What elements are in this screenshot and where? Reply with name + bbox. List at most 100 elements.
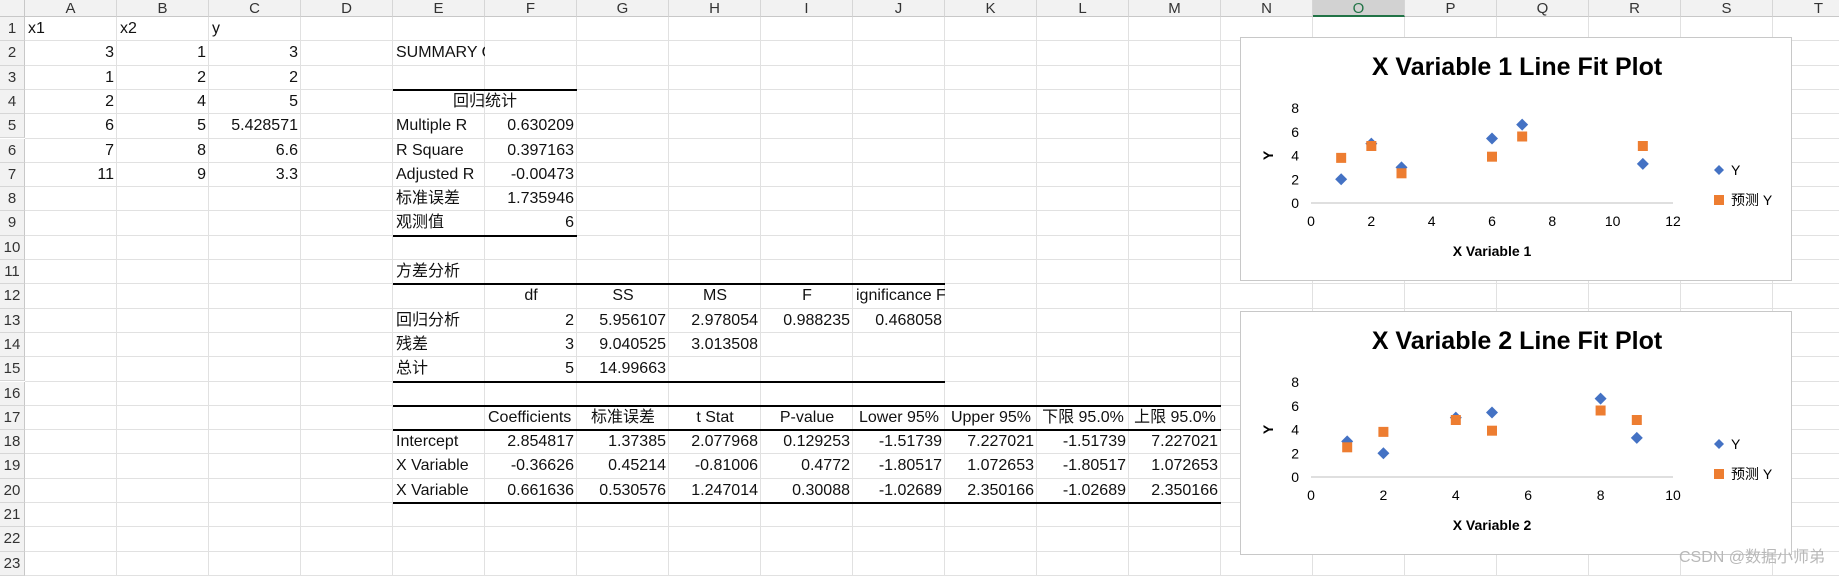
cell-K18[interactable]: 7.227021 xyxy=(945,430,1037,454)
cell-K17[interactable]: Upper 95% xyxy=(945,406,1037,430)
column-header-H[interactable]: H xyxy=(669,0,761,17)
cell-E20[interactable]: X Variable xyxy=(393,479,485,503)
cell-B4[interactable]: 4 xyxy=(117,90,209,114)
row-header-18[interactable]: 18 xyxy=(0,430,25,455)
cell-F8[interactable]: 1.735946 xyxy=(485,187,577,211)
column-header-L[interactable]: L xyxy=(1037,0,1129,17)
row-header-8[interactable]: 8 xyxy=(0,187,25,212)
cell-F7[interactable]: -0.00473 xyxy=(485,163,577,187)
row-header-11[interactable]: 11 xyxy=(0,260,25,285)
row-header-13[interactable]: 13 xyxy=(0,308,25,333)
cell-M18[interactable]: 7.227021 xyxy=(1129,430,1221,454)
column-header-E[interactable]: E xyxy=(393,0,485,17)
cell-H19[interactable]: -0.81006 xyxy=(669,454,761,478)
column-header-C[interactable]: C xyxy=(209,0,301,17)
row-header-12[interactable]: 12 xyxy=(0,284,25,309)
cell-E4[interactable]: 回归统计 xyxy=(393,90,577,114)
cell-F14[interactable]: 3 xyxy=(485,333,577,357)
column-header-R[interactable]: R xyxy=(1589,0,1681,17)
cell-E5[interactable]: Multiple R xyxy=(393,114,485,138)
column-header-A[interactable]: A xyxy=(25,0,117,17)
cell-I17[interactable]: P-value xyxy=(761,406,853,430)
cell-E7[interactable]: Adjusted R xyxy=(393,163,485,187)
column-header-N[interactable]: N xyxy=(1221,0,1313,17)
cell-F19[interactable]: -0.36626 xyxy=(485,454,577,478)
cell-K19[interactable]: 1.072653 xyxy=(945,454,1037,478)
column-header-P[interactable]: P xyxy=(1405,0,1497,17)
cell-A7[interactable]: 11 xyxy=(25,163,117,187)
row-header-10[interactable]: 10 xyxy=(0,235,25,260)
cell-L19[interactable]: -1.80517 xyxy=(1037,454,1129,478)
row-header-6[interactable]: 6 xyxy=(0,138,25,163)
cell-C6[interactable]: 6.6 xyxy=(209,139,301,163)
cell-I12[interactable]: F xyxy=(761,284,853,308)
row-header-15[interactable]: 15 xyxy=(0,357,25,382)
cell-E18[interactable]: Intercept xyxy=(393,430,485,454)
cell-C7[interactable]: 3.3 xyxy=(209,163,301,187)
cell-C3[interactable]: 2 xyxy=(209,66,301,90)
cell-E13[interactable]: 回归分析 xyxy=(393,309,485,333)
cell-I13[interactable]: 0.988235 xyxy=(761,309,853,333)
cell-J12[interactable]: ignificance F xyxy=(853,284,945,308)
cell-I20[interactable]: 0.30088 xyxy=(761,479,853,503)
cell-H20[interactable]: 1.247014 xyxy=(669,479,761,503)
column-header-Q[interactable]: Q xyxy=(1497,0,1589,17)
cell-E2[interactable]: SUMMARY OUTPUT xyxy=(393,41,485,65)
cell-G20[interactable]: 0.530576 xyxy=(577,479,669,503)
row-header-9[interactable]: 9 xyxy=(0,211,25,236)
row-header-7[interactable]: 7 xyxy=(0,162,25,188)
column-header-G[interactable]: G xyxy=(577,0,669,17)
cell-F5[interactable]: 0.630209 xyxy=(485,114,577,138)
cell-C1[interactable]: y xyxy=(209,17,301,41)
column-header-M[interactable]: M xyxy=(1129,0,1221,17)
cell-H12[interactable]: MS xyxy=(669,284,761,308)
cell-E8[interactable]: 标准误差 xyxy=(393,187,485,211)
row-header-14[interactable]: 14 xyxy=(0,332,25,358)
cell-L18[interactable]: -1.51739 xyxy=(1037,430,1129,454)
cell-E11[interactable]: 方差分析 xyxy=(393,260,485,284)
cell-E6[interactable]: R Square xyxy=(393,139,485,163)
row-header-4[interactable]: 4 xyxy=(0,89,25,115)
cell-E9[interactable]: 观测值 xyxy=(393,211,485,235)
column-header-I[interactable]: I xyxy=(761,0,853,17)
cell-A1[interactable]: x1 xyxy=(25,17,117,41)
cell-A5[interactable]: 6 xyxy=(25,114,117,138)
cell-F13[interactable]: 2 xyxy=(485,309,577,333)
cell-H13[interactable]: 2.978054 xyxy=(669,309,761,333)
cell-B7[interactable]: 9 xyxy=(117,163,209,187)
cell-H14[interactable]: 3.013508 xyxy=(669,333,761,357)
column-header-S[interactable]: S xyxy=(1681,0,1773,17)
cell-M20[interactable]: 2.350166 xyxy=(1129,479,1221,503)
cell-I19[interactable]: 0.4772 xyxy=(761,454,853,478)
cell-G17[interactable]: 标准误差 xyxy=(577,406,669,430)
cell-B3[interactable]: 2 xyxy=(117,66,209,90)
cell-A4[interactable]: 2 xyxy=(25,90,117,114)
cell-F6[interactable]: 0.397163 xyxy=(485,139,577,163)
cell-G19[interactable]: 0.45214 xyxy=(577,454,669,478)
column-header-D[interactable]: D xyxy=(301,0,393,17)
cell-F9[interactable]: 6 xyxy=(485,211,577,235)
column-header-J[interactable]: J xyxy=(853,0,945,17)
row-header-19[interactable]: 19 xyxy=(0,454,25,479)
cell-E15[interactable]: 总计 xyxy=(393,357,485,381)
cell-A6[interactable]: 7 xyxy=(25,139,117,163)
cell-J13[interactable]: 0.468058 xyxy=(853,309,945,333)
cell-J20[interactable]: -1.02689 xyxy=(853,479,945,503)
column-header-B[interactable]: B xyxy=(117,0,209,17)
row-header-17[interactable]: 17 xyxy=(0,405,25,431)
line-fit-plot-1[interactable]: X Variable 1 Line Fit Plot 0 2 4 6 8 10 12 0 2 4 6 8… xyxy=(1240,37,1792,281)
row-header-16[interactable]: 16 xyxy=(0,381,25,406)
cell-B6[interactable]: 8 xyxy=(117,139,209,163)
row-header-23[interactable]: 23 xyxy=(0,551,25,576)
cell-C5[interactable]: 5.428571 xyxy=(209,114,301,138)
cell-B2[interactable]: 1 xyxy=(117,41,209,65)
cell-I18[interactable]: 0.129253 xyxy=(761,430,853,454)
cell-L20[interactable]: -1.02689 xyxy=(1037,479,1129,503)
cell-F17[interactable]: Coefficients xyxy=(485,406,577,430)
cell-M17[interactable]: 上限 95.0% xyxy=(1129,406,1221,430)
cell-F20[interactable]: 0.661636 xyxy=(485,479,577,503)
cell-E19[interactable]: X Variable xyxy=(393,454,485,478)
row-header-20[interactable]: 20 xyxy=(0,478,25,503)
column-header-K[interactable]: K xyxy=(945,0,1037,17)
column-header-T[interactable]: T xyxy=(1773,0,1839,17)
